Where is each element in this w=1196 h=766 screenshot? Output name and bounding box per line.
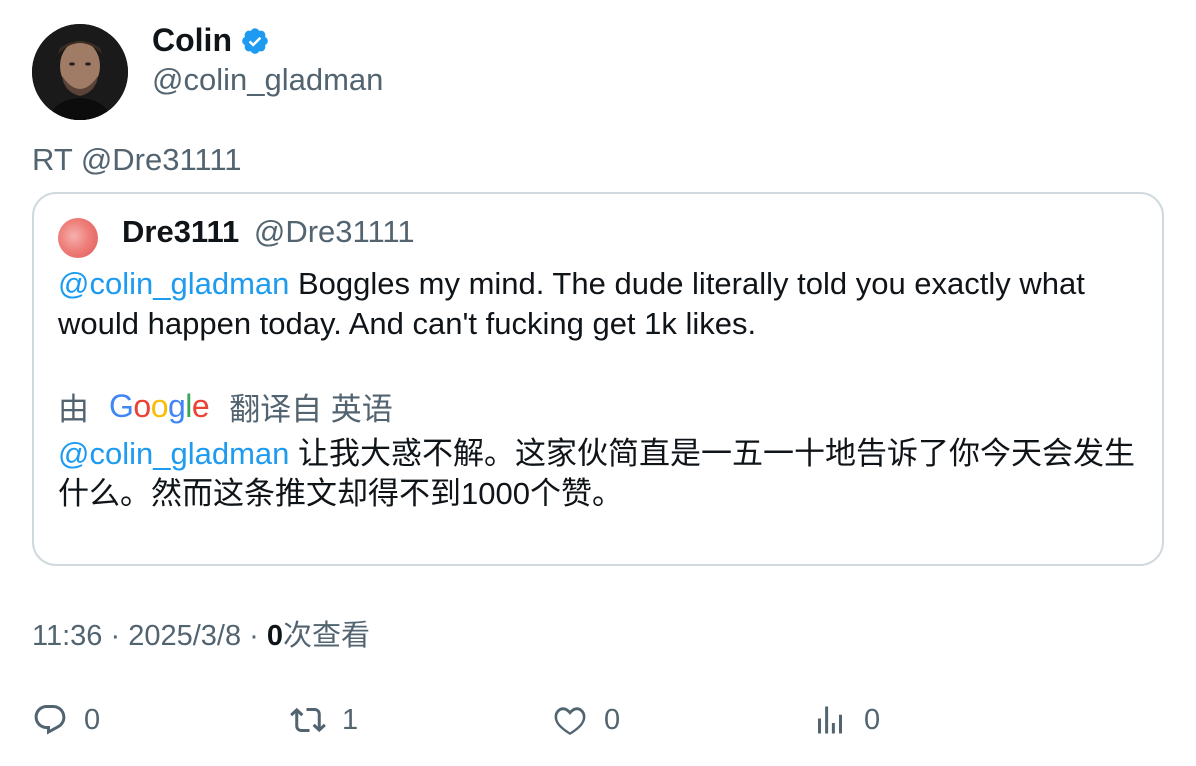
heart-icon bbox=[552, 702, 588, 738]
tweet-date[interactable]: 2025/3/8 bbox=[128, 620, 241, 652]
translation-suffix: 翻译自 英语 bbox=[229, 392, 393, 427]
translation-prefix: 由 bbox=[58, 392, 89, 427]
author-avatar[interactable] bbox=[32, 24, 128, 120]
quoted-tweet-card[interactable]: Dre3111 @Dre31111 @colin_gladman Boggles… bbox=[32, 192, 1164, 566]
analytics-icon bbox=[812, 702, 848, 738]
retweet-button[interactable]: 1 bbox=[290, 700, 358, 740]
translation-attribution: 由 Google 翻译自 英语 bbox=[58, 384, 393, 429]
quoted-author-handle[interactable]: @Dre31111 bbox=[254, 214, 415, 249]
tweet-meta: 11:36 · 2025/3/8 · 0次查看 bbox=[32, 612, 370, 654]
reply-button[interactable]: 0 bbox=[32, 700, 100, 740]
retweet-icon bbox=[290, 702, 326, 738]
quoted-author-avatar[interactable] bbox=[58, 218, 98, 258]
translated-tweet-text: @colin_gladman 让我大惑不解。这家伙简直是一五一十地告诉了你今天会… bbox=[58, 434, 1158, 514]
like-button[interactable]: 0 bbox=[552, 700, 620, 740]
quoted-author-name[interactable]: Dre3111 bbox=[122, 214, 239, 249]
views-count: 0 bbox=[864, 703, 881, 736]
meta-separator: · bbox=[102, 620, 129, 652]
meta-separator: · bbox=[241, 620, 267, 652]
verified-badge-icon bbox=[240, 26, 270, 56]
author-name-row[interactable]: Colin bbox=[152, 22, 270, 59]
views-label: 次查看 bbox=[283, 620, 371, 652]
reply-count: 0 bbox=[84, 703, 101, 736]
quoted-author-row[interactable]: Dre3111 @Dre31111 bbox=[122, 214, 415, 250]
google-logo: Google bbox=[109, 388, 210, 424]
translated-mention-link[interactable]: @colin_gladman bbox=[58, 436, 289, 471]
tweet-time[interactable]: 11:36 bbox=[32, 620, 102, 652]
view-count: 0 bbox=[266, 620, 284, 652]
retweet-label[interactable]: RT @Dre31111 bbox=[32, 142, 242, 178]
like-count: 0 bbox=[604, 703, 621, 736]
tweet-page: Colin @colin_gladman RT @Dre31111 Dre311… bbox=[0, 0, 1196, 766]
views-button[interactable]: 0 bbox=[812, 700, 880, 740]
mention-link[interactable]: @colin_gladman bbox=[58, 266, 289, 301]
author-handle[interactable]: @colin_gladman bbox=[152, 62, 383, 98]
retweet-count: 1 bbox=[342, 703, 359, 736]
author-name[interactable]: Colin bbox=[152, 22, 232, 59]
quoted-tweet-text: @colin_gladman Boggles my mind. The dude… bbox=[58, 264, 1148, 344]
reply-icon bbox=[32, 702, 68, 738]
